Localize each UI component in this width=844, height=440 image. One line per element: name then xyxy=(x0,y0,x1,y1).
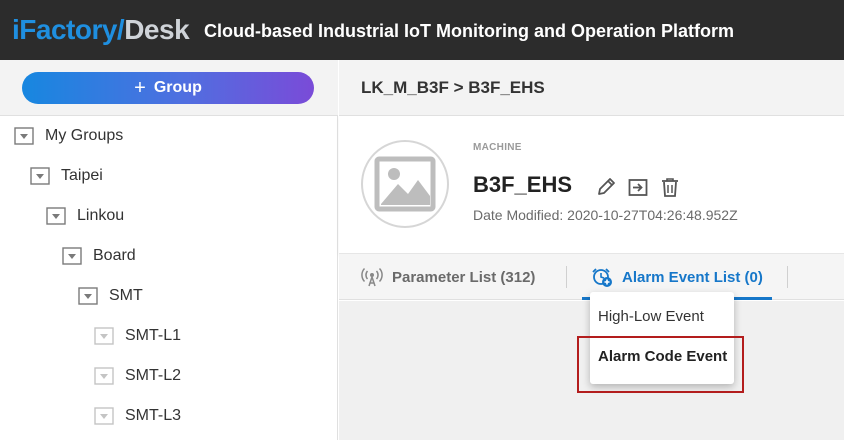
add-group-label: Group xyxy=(153,79,202,96)
tree-item-label: Taipei xyxy=(61,167,103,184)
tree-item-label: SMT-L3 xyxy=(125,407,182,424)
machine-kind: MACHINE xyxy=(473,142,522,153)
antenna-icon xyxy=(361,267,383,287)
tree-item-board[interactable]: Board xyxy=(62,244,136,268)
top-bar: iFactory/Desk Cloud-based Industrial IoT… xyxy=(0,0,844,60)
tree-item-smt-l1[interactable]: SMT-L1 xyxy=(94,324,181,348)
machine-actions xyxy=(595,176,681,198)
plus-icon: + xyxy=(134,77,146,99)
sidebar: + Group My Groups Taipei Linkou Board SM… xyxy=(0,60,338,440)
tree-item-smt-l2[interactable]: SMT-L2 xyxy=(94,364,181,388)
image-placeholder-icon xyxy=(374,156,436,212)
alarm-clock-add-icon xyxy=(592,268,612,287)
logo-part-1: iFactory/ xyxy=(12,14,125,45)
menu-item-high-low-event[interactable]: High-Low Event xyxy=(590,296,734,336)
tree-item-label: Board xyxy=(93,247,136,264)
tab-label: Parameter List (312) xyxy=(392,268,536,286)
folder-collapse-icon[interactable] xyxy=(46,207,66,225)
machine-card: MACHINE B3F_EHS Date Modified: 2020-10-2… xyxy=(339,116,844,254)
folder-collapse-icon[interactable] xyxy=(14,127,34,145)
machine-name: B3F_EHS xyxy=(473,172,573,197)
tree-item-label: Linkou xyxy=(77,207,125,224)
folder-collapse-icon[interactable] xyxy=(62,247,82,265)
folder-collapse-icon[interactable] xyxy=(94,327,114,345)
edit-icon[interactable] xyxy=(595,176,617,198)
tab-divider xyxy=(566,266,567,288)
delete-icon[interactable] xyxy=(659,176,681,198)
tree-item-label: SMT-L1 xyxy=(125,327,182,344)
highlight-box xyxy=(577,336,744,393)
app-logo[interactable]: iFactory/Desk xyxy=(12,14,190,46)
tree-item-linkou[interactable]: Linkou xyxy=(46,204,124,228)
date-modified: Date Modified: 2020-10-27T04:26:48.952Z xyxy=(473,207,738,223)
tab-label: Alarm Event List (0) xyxy=(622,268,763,286)
tab-divider xyxy=(787,266,788,288)
sidebar-header: + Group xyxy=(0,60,338,116)
move-icon[interactable] xyxy=(627,176,649,198)
folder-collapse-icon[interactable] xyxy=(78,287,98,305)
folder-collapse-icon[interactable] xyxy=(94,407,114,425)
add-group-button[interactable]: + Group xyxy=(22,72,314,104)
breadcrumb: LK_M_B3F > B3F_EHS xyxy=(361,78,545,97)
tab-parameter-list[interactable]: Parameter List (312) xyxy=(361,254,535,300)
logo-part-2: Desk xyxy=(124,14,190,45)
main-header: LK_M_B3F > B3F_EHS xyxy=(339,60,844,116)
tree-item-label: SMT-L2 xyxy=(125,367,182,384)
tree-item-smt[interactable]: SMT xyxy=(78,284,143,308)
tree-item-my-groups[interactable]: My Groups xyxy=(14,124,123,148)
folder-collapse-icon[interactable] xyxy=(94,367,114,385)
machine-avatar[interactable] xyxy=(361,140,449,228)
tree-item-label: SMT xyxy=(109,287,143,304)
folder-collapse-icon[interactable] xyxy=(30,167,50,185)
tree-item-label: My Groups xyxy=(45,127,124,144)
app-title: Cloud-based Industrial IoT Monitoring an… xyxy=(204,21,734,41)
tree-item-smt-l3[interactable]: SMT-L3 xyxy=(94,404,181,428)
tree-item-taipei[interactable]: Taipei xyxy=(30,164,103,188)
